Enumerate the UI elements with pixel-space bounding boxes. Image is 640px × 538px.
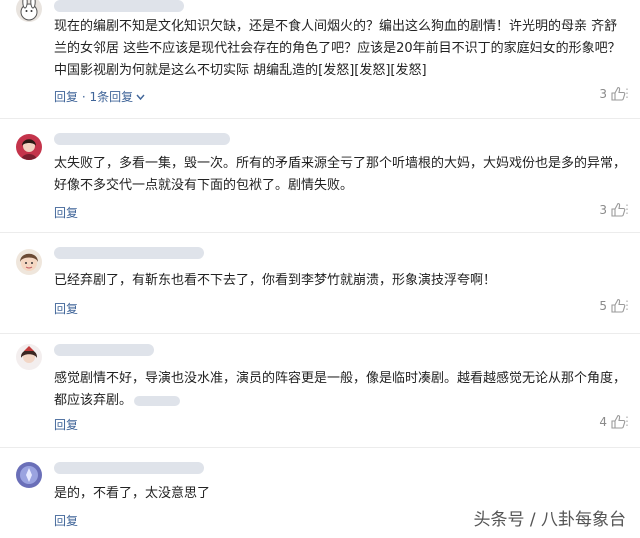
reply-row: 回复	[54, 204, 78, 221]
reply-button[interactable]: 回复	[54, 418, 78, 432]
username-blurred[interactable]	[54, 0, 184, 12]
username-blurred[interactable]	[54, 344, 154, 356]
comment-text: 已经弃剧了，有靳东也看不下去了，你看到李梦竹就崩溃，形象演技浮夸啊！	[54, 273, 497, 288]
avatar[interactable]	[16, 249, 42, 275]
comment-item: 现在的编剧不知是文化知识欠缺，还是不食人间烟火的？编出这么狗血的剧情！许光明的母…	[0, 0, 640, 118]
comment-item: 感觉剧情不好，导演也没水准，演员的阵容更是一般，像是临时凑剧。越看越感觉无论从那…	[0, 334, 640, 447]
more-dots-icon[interactable]: ⋮	[621, 86, 634, 100]
comment-text: 感觉剧情不好，导演也没水准，演员的阵容更是一般，像是临时凑剧。越看越感觉无论从那…	[54, 368, 626, 412]
more-dots-icon[interactable]: ⋮	[621, 414, 634, 428]
comment-text: 现在的编剧不知是文化知识欠缺，还是不食人间烟火的？编出这么狗血的剧情！许光明的母…	[54, 19, 621, 78]
like-count: 3	[599, 87, 607, 101]
watermark: 头条号 / 八卦每象台	[473, 510, 626, 530]
more-replies-link[interactable]: 1条回复	[89, 90, 145, 104]
username-blurred[interactable]	[54, 462, 204, 474]
reply-row: 回复 · 1条回复	[54, 88, 145, 105]
reply-button[interactable]: 回复	[54, 90, 78, 104]
reply-button[interactable]: 回复	[54, 206, 78, 220]
like-count: 3	[599, 203, 607, 217]
more-dots-icon[interactable]: ⋮	[621, 202, 634, 216]
reply-button[interactable]: 回复	[54, 302, 78, 316]
more-replies-label: 1条回复	[89, 90, 134, 104]
username-blurred[interactable]	[54, 247, 204, 259]
more-dots-icon[interactable]: ⋮	[621, 298, 634, 312]
reply-button[interactable]: 回复	[54, 514, 78, 528]
blurred-emoji	[134, 395, 181, 406]
comment-item: 太失败了，多看一集，毁一次。所有的矛盾来源全亏了那个听墙根的大妈，大妈戏份也是多…	[0, 119, 640, 232]
comment-text: 是的，不看了，太没意思了	[54, 486, 211, 501]
comment-text: 太失败了，多看一集，毁一次。所有的矛盾来源全亏了那个听墙根的大妈，大妈戏份也是多…	[54, 156, 627, 193]
avatar[interactable]	[16, 0, 42, 22]
chevron-down-icon	[136, 90, 145, 104]
comment-item: 已经弃剧了，有靳东也看不下去了，你看到李梦竹就崩溃，形象演技浮夸啊！ 回复 5 …	[0, 233, 640, 333]
avatar[interactable]	[16, 462, 42, 488]
reply-row: 回复	[54, 300, 78, 317]
avatar[interactable]	[16, 344, 42, 370]
reply-row: 回复	[54, 512, 78, 529]
username-blurred[interactable]	[54, 133, 230, 145]
reply-row: 回复	[54, 416, 78, 433]
avatar[interactable]	[16, 134, 42, 160]
like-count: 5	[599, 299, 607, 313]
like-count: 4	[599, 415, 607, 429]
